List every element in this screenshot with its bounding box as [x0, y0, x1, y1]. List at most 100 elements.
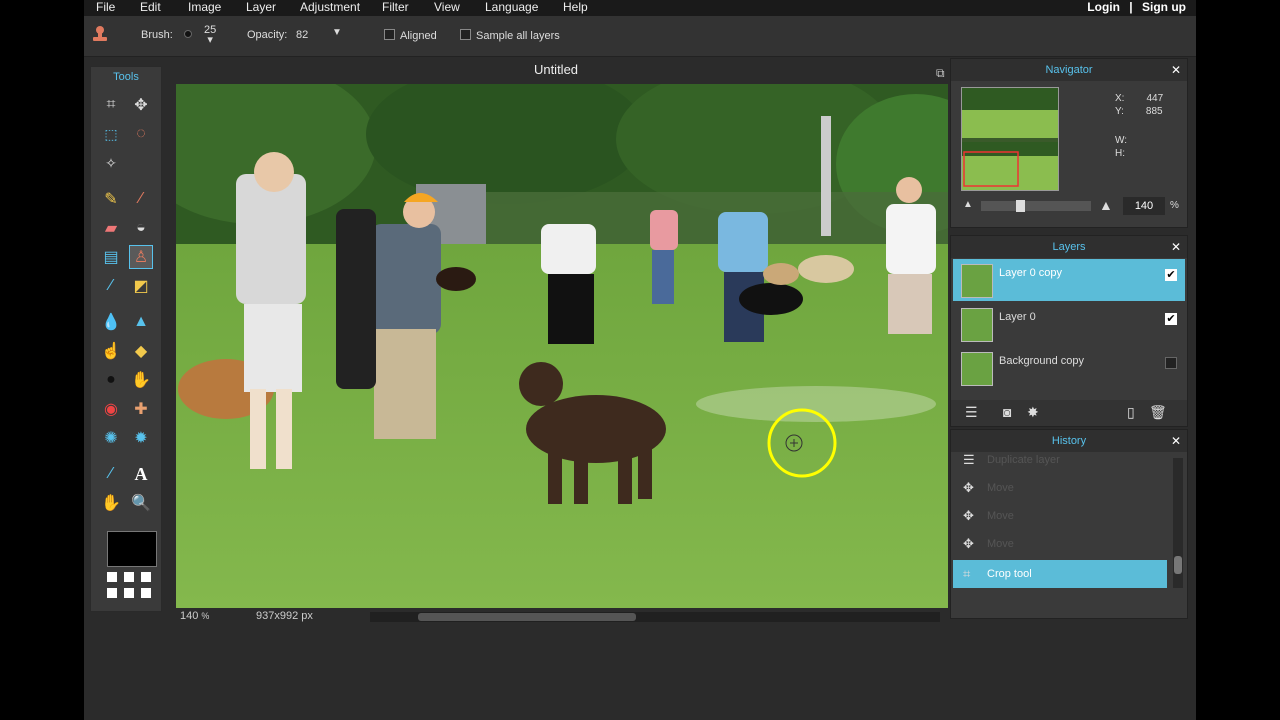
opacity-value[interactable]: 82: [296, 29, 308, 41]
history-item[interactable]: ✥ Move: [953, 530, 1167, 558]
move-icon: ✥: [963, 508, 974, 523]
move-icon: ✥: [963, 536, 974, 551]
paint-bucket-icon[interactable]: ◒: [129, 216, 153, 240]
menu-adjustment[interactable]: Adjustment: [300, 0, 360, 16]
horizontal-scroll-thumb[interactable]: [418, 613, 636, 621]
sample-all-layers-checkbox[interactable]: Sample all layers: [460, 29, 560, 42]
zoom-input[interactable]: 140: [1123, 197, 1165, 215]
red-eye-icon[interactable]: ◉: [99, 397, 123, 421]
menu-bar: File Edit Image Layer Adjustment Filter …: [84, 0, 1196, 16]
x-label: X:: [1115, 93, 1125, 104]
zoom-slider-knob[interactable]: [1016, 200, 1025, 212]
restore-window-icon[interactable]: ⧉: [936, 66, 945, 81]
type-icon[interactable]: A: [129, 462, 153, 486]
brush-icon[interactable]: ⁄: [129, 187, 153, 211]
sharpen-icon[interactable]: ▲: [129, 310, 153, 334]
tool-options-bar: Brush: 25 ▾ Opacity: 82 ▼ Aligned Sample …: [84, 16, 1196, 57]
drawing-icon[interactable]: ◩: [129, 274, 153, 298]
layer-styles-icon[interactable]: ✸: [1027, 404, 1039, 421]
zoom-in-icon[interactable]: ▲: [1099, 197, 1113, 213]
history-item[interactable]: ✥ Move: [953, 502, 1167, 530]
history-item-label: Duplicate layer: [987, 454, 1060, 466]
crop-icon[interactable]: ⌗: [99, 93, 123, 117]
menu-edit[interactable]: Edit: [140, 0, 161, 16]
x-value: 447: [1146, 93, 1164, 104]
auth-links: Login | Sign up: [1087, 0, 1186, 16]
layer-visibility-checkbox[interactable]: ✔: [1165, 313, 1177, 325]
zoom-out-icon[interactable]: ▲: [963, 199, 973, 210]
menu-image[interactable]: Image: [188, 0, 221, 16]
sponge-icon[interactable]: ◆: [129, 339, 153, 363]
history-item[interactable]: ✥ Move: [953, 474, 1167, 502]
marquee-icon[interactable]: ⬚: [99, 122, 123, 146]
history-scroll-thumb[interactable]: [1174, 556, 1182, 574]
menu-filter[interactable]: Filter: [382, 0, 409, 16]
lasso-icon[interactable]: ◌: [129, 122, 153, 146]
eraser-icon[interactable]: ▰: [99, 216, 123, 240]
zoom-icon[interactable]: 🔍: [129, 491, 153, 515]
layer-settings-icon[interactable]: ☰: [965, 404, 978, 421]
menu-file[interactable]: File: [96, 0, 115, 16]
history-scrollbar[interactable]: [1173, 458, 1183, 588]
clone-stamp-tool[interactable]: ♙: [129, 245, 153, 269]
layer-thumbnail: [961, 308, 993, 342]
hand-icon[interactable]: ✋: [99, 491, 123, 515]
image-canvas[interactable]: [176, 84, 948, 608]
layer-row-layer-0-copy[interactable]: Layer 0 copy ✔: [953, 259, 1185, 301]
view-grid-icon[interactable]: [107, 572, 157, 600]
history-item-label: Move: [987, 482, 1014, 494]
opacity-dropdown-icon[interactable]: ▼: [332, 27, 342, 38]
move-icon[interactable]: ✥: [129, 93, 153, 117]
layer-row-layer-0[interactable]: Layer 0 ✔: [953, 303, 1185, 345]
horizontal-scrollbar[interactable]: [370, 612, 940, 622]
layer-visibility-checkbox[interactable]: [1165, 357, 1177, 369]
w-label: W:: [1115, 135, 1128, 146]
menu-view[interactable]: View: [434, 0, 460, 16]
pencil-icon[interactable]: ✎: [99, 187, 123, 211]
menu-language[interactable]: Language: [485, 0, 538, 16]
layer-visibility-checkbox[interactable]: ✔: [1165, 269, 1177, 281]
close-icon[interactable]: ✕: [1171, 59, 1181, 81]
color-swatch[interactable]: [107, 531, 157, 567]
zoom-row: ▲ ▲ 140 %: [959, 197, 1183, 217]
spot-heal-icon[interactable]: ✚: [129, 397, 153, 421]
y-label: Y:: [1115, 106, 1124, 117]
dodge-icon[interactable]: ✋: [129, 368, 153, 392]
navigator-title: Navigator: [1045, 64, 1093, 76]
close-icon[interactable]: ✕: [1171, 236, 1181, 258]
delete-layer-icon[interactable]: 🗑: [1149, 404, 1167, 421]
color-replace-icon[interactable]: ⁄: [99, 274, 123, 298]
layer-name: Layer 0 copy: [999, 267, 1062, 279]
signup-link[interactable]: Sign up: [1142, 0, 1186, 15]
gradient-icon[interactable]: ▤: [99, 245, 123, 269]
history-item-label: Move: [987, 538, 1014, 550]
history-item-label: Move: [987, 510, 1014, 522]
layer-row-background-copy[interactable]: Background copy: [953, 347, 1185, 389]
close-icon[interactable]: ✕: [1171, 430, 1181, 452]
history-item-selected[interactable]: ⌗ Crop tool: [953, 560, 1167, 588]
new-layer-icon[interactable]: ▯: [1127, 404, 1135, 421]
login-link[interactable]: Login: [1087, 0, 1120, 15]
brush-dot-icon[interactable]: [183, 29, 193, 42]
color-picker-icon[interactable]: ⁄: [99, 462, 123, 486]
bloat-icon[interactable]: ✺: [99, 426, 123, 450]
menu-layer[interactable]: Layer: [246, 0, 276, 16]
magic-wand-icon[interactable]: ✧: [99, 151, 123, 175]
layer-name: Layer 0: [999, 311, 1036, 323]
smudge-icon[interactable]: ☝: [99, 339, 123, 363]
zoom-percent[interactable]: 140 %: [180, 610, 209, 622]
pinch-icon[interactable]: ✹: [129, 426, 153, 450]
y-value: 885: [1145, 106, 1163, 117]
aligned-checkbox[interactable]: Aligned: [384, 29, 437, 42]
layers-title: Layers: [1052, 241, 1086, 253]
blur-icon[interactable]: 💧: [99, 310, 123, 334]
zoom-slider[interactable]: [981, 200, 1091, 212]
navigator-thumbnail[interactable]: [961, 87, 1059, 191]
duplicate-layer-icon: ☰: [963, 452, 975, 467]
layer-mask-icon[interactable]: ◙: [1003, 404, 1011, 420]
brush-size-dropdown[interactable]: 25 ▾: [204, 25, 216, 46]
menu-help[interactable]: Help: [563, 0, 588, 16]
status-bar: 140 % 937x992 px: [176, 608, 948, 626]
history-item[interactable]: ☰ Duplicate layer: [953, 446, 1167, 474]
burn-icon[interactable]: ●: [99, 368, 123, 392]
